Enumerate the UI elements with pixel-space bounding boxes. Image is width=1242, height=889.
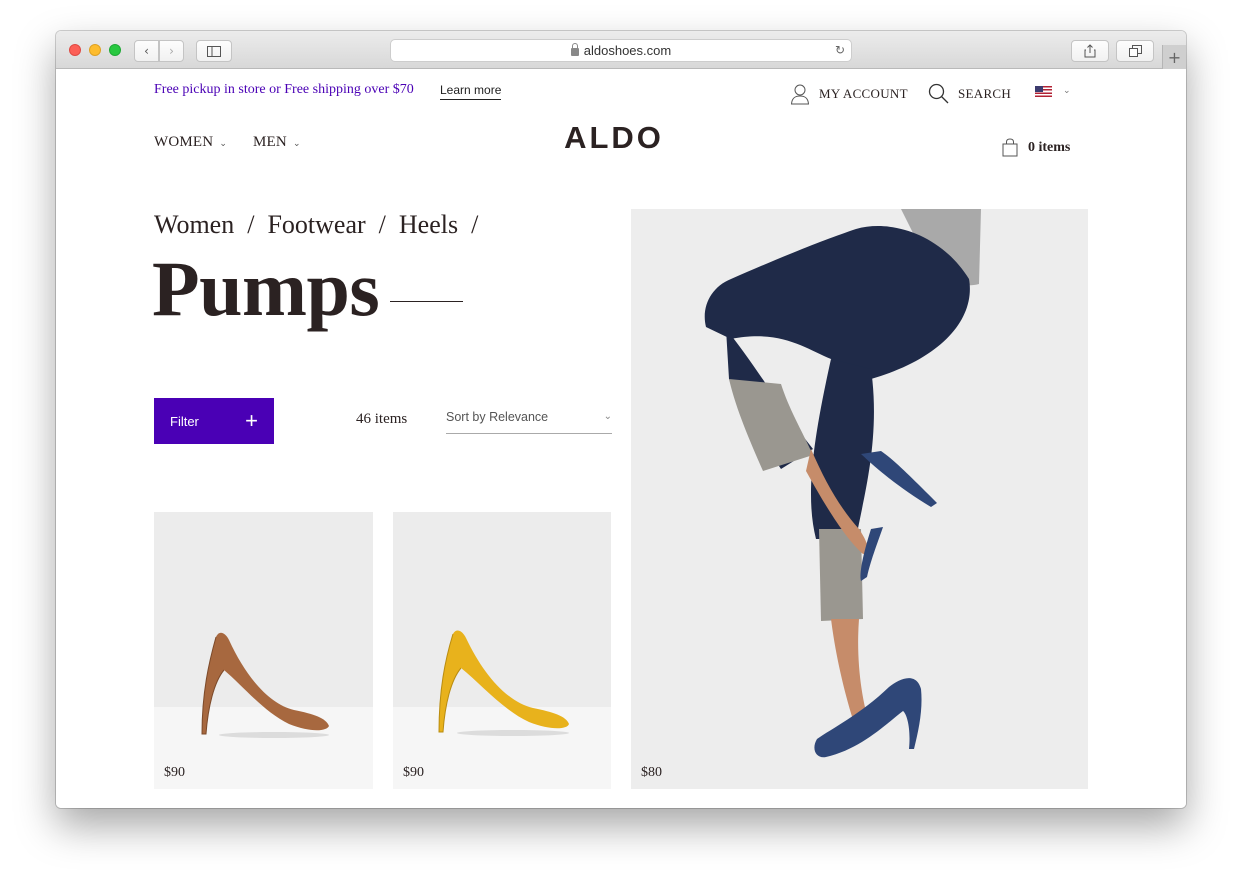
chevron-right-icon: › [169,44,174,58]
breadcrumb-separator: / [378,210,386,239]
show-tabs-button[interactable] [1116,40,1154,62]
address-bar[interactable]: aldoshoes.com ↻ [390,39,852,62]
cart-link[interactable]: 0 items [1002,138,1070,157]
item-count: 46 items [356,411,408,427]
product-price: $80 [641,765,662,780]
chevron-down-icon: ⌄ [219,139,228,149]
chevron-down-icon: ⌄ [603,411,612,422]
user-icon [790,84,810,105]
pump-shoe-image [438,630,569,736]
page: Free pickup in store or Free shipping ov… [56,70,1186,808]
product-card-hero[interactable]: $80 [631,209,1088,789]
pump-shoe-image [201,632,329,738]
filter-label: Filter [170,413,199,429]
share-icon [1084,44,1096,58]
product-price: $90 [164,765,185,780]
back-button[interactable]: ‹ [134,40,159,62]
reload-icon[interactable]: ↻ [835,43,845,57]
promo-text: Free pickup in store or Free shipping ov… [154,82,414,97]
lock-icon [570,42,579,56]
filter-button[interactable]: Filter + [154,398,274,444]
search-link[interactable]: SEARCH [928,83,1011,104]
aldo-logo[interactable]: ALDO [548,122,680,152]
chevron-left-icon: ‹ [144,44,149,58]
sort-label: Sort by Relevance [446,410,549,424]
my-account-label: MY ACCOUNT [819,86,908,101]
search-label: SEARCH [958,85,1012,101]
nav-women[interactable]: WOMEN ⌄ [154,134,227,151]
shopping-bag-icon [1002,138,1018,157]
breadcrumb: Women / Footwear / Heels / [154,210,491,240]
nav-men[interactable]: MEN ⌄ [253,134,301,151]
sidebar-icon [207,45,221,57]
nav-women-label: WOMEN [154,134,214,150]
minimize-window-button[interactable] [89,44,101,56]
learn-more-link[interactable]: Learn more [440,83,502,100]
new-tab-button[interactable]: + [1162,45,1186,69]
breadcrumb-separator: / [247,210,255,239]
breadcrumb-footwear[interactable]: Footwear [267,210,365,239]
search-icon [928,83,949,104]
logo-text: ALDO [564,122,664,152]
title-divider [390,301,463,302]
model-wearing-pumps-image [704,209,981,758]
chevron-down-icon: ⌄ [292,139,301,149]
browser-window: ‹ › aldoshoes.com ↻ + Free pickup in sto… [56,31,1186,808]
plus-icon: + [245,408,258,433]
nav-men-label: MEN [253,134,287,150]
forward-button[interactable]: › [159,40,184,62]
close-window-button[interactable] [69,44,81,56]
us-flag-icon[interactable] [1035,86,1052,97]
product-card[interactable]: $90 [393,512,611,789]
page-title: Pumps [152,245,380,332]
cart-count: 0 items [1028,139,1071,155]
tabs-icon [1128,45,1142,57]
product-card[interactable]: $90 [154,512,373,789]
my-account-link[interactable]: MY ACCOUNT [790,83,908,105]
breadcrumb-heels[interactable]: Heels [399,210,458,239]
sidebar-toggle-button[interactable] [196,40,232,62]
share-button[interactable] [1071,40,1109,62]
breadcrumb-separator: / [471,210,479,239]
product-price: $90 [403,765,424,780]
breadcrumb-women[interactable]: Women [154,210,234,239]
url-text: aldoshoes.com [583,43,672,58]
sort-select[interactable]: Sort by Relevance ⌄ [446,410,612,434]
zoom-window-button[interactable] [109,44,121,56]
chevron-down-icon[interactable]: ⌄ [1063,86,1071,96]
browser-titlebar: ‹ › aldoshoes.com ↻ + [56,31,1186,69]
